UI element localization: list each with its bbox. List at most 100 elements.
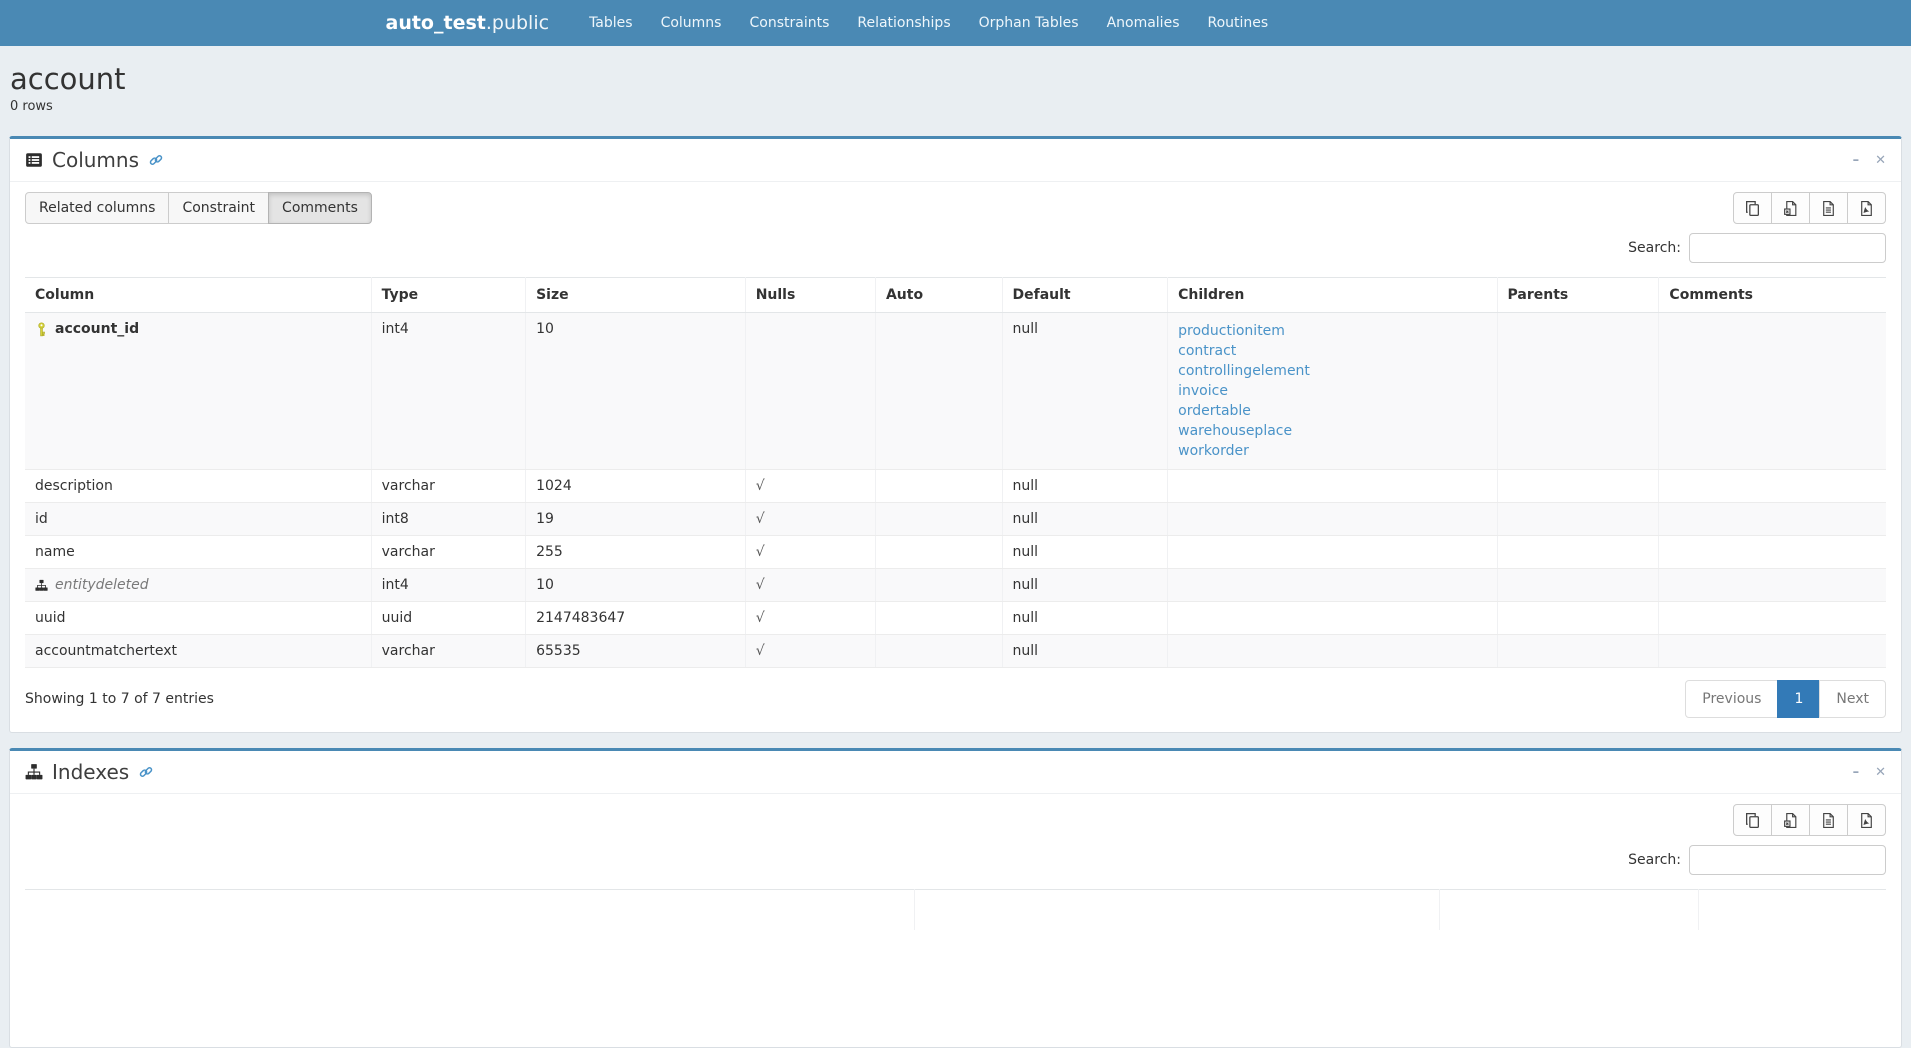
previous-page-button[interactable]: Previous [1685, 680, 1778, 718]
top-navbar: auto_test.public Tables Columns Constrai… [0, 0, 1911, 46]
tab-related-columns[interactable]: Related columns [25, 192, 169, 224]
cell-comments [1659, 470, 1886, 503]
pdf-file-icon [1858, 200, 1875, 217]
page-header: account 0 rows [0, 46, 1911, 130]
nav-item-relationships[interactable]: Relationships [843, 15, 964, 31]
export-excel-button[interactable] [1771, 192, 1810, 224]
export-copy-button[interactable] [1733, 192, 1772, 224]
header-children[interactable]: Children [1168, 278, 1497, 313]
header-size[interactable]: Size [526, 278, 746, 313]
cell-children [1168, 602, 1497, 635]
list-icon [25, 151, 43, 169]
export-excel-button[interactable] [1771, 804, 1810, 836]
child-link[interactable]: workorder [1178, 441, 1486, 461]
child-link[interactable]: contract [1178, 341, 1486, 361]
brand-link[interactable]: auto_test.public [386, 12, 550, 34]
cell-default: null [1002, 635, 1168, 668]
cell-comments [1659, 503, 1886, 536]
cell-type: int8 [371, 503, 525, 536]
cell-nulls [745, 313, 875, 470]
header-column[interactable]: Column [25, 278, 371, 313]
table-row: description varchar 1024 √ null [25, 470, 1886, 503]
minimize-icon[interactable]: – [1853, 766, 1860, 779]
child-link[interactable]: productionitem [1178, 321, 1486, 341]
cell-column: id [25, 503, 371, 536]
next-page-button[interactable]: Next [1819, 680, 1886, 718]
nav-item-columns[interactable]: Columns [647, 15, 736, 31]
cell-comments [1659, 536, 1886, 569]
cell-comments [1659, 313, 1886, 470]
columns-panel-heading: Columns – ✕ [10, 139, 1901, 182]
header-type[interactable]: Type [371, 278, 525, 313]
cell-type: int4 [371, 313, 525, 470]
cell-auto [875, 635, 1002, 668]
copy-icon [1744, 200, 1761, 217]
search-input[interactable] [1689, 233, 1886, 263]
cell-auto [875, 470, 1002, 503]
child-link[interactable]: invoice [1178, 381, 1486, 401]
table-info: Showing 1 to 7 of 7 entries [25, 691, 214, 707]
columns-panel-title: Columns [52, 148, 139, 172]
cell-nulls: √ [745, 635, 875, 668]
cell-type: varchar [371, 536, 525, 569]
tab-comments[interactable]: Comments [268, 192, 372, 224]
table-row: uuid uuid 2147483647 √ null [25, 602, 1886, 635]
export-text-button[interactable] [1809, 804, 1848, 836]
page-1-button[interactable]: 1 [1777, 680, 1820, 718]
minimize-icon[interactable]: – [1853, 154, 1860, 167]
cell-size: 10 [526, 313, 746, 470]
cell-column: uuid [25, 602, 371, 635]
search-input[interactable] [1689, 845, 1886, 875]
header-default[interactable]: Default [1002, 278, 1168, 313]
close-icon[interactable]: ✕ [1875, 154, 1886, 167]
tab-constraint[interactable]: Constraint [168, 192, 269, 224]
copy-icon [1744, 812, 1761, 829]
header-nulls[interactable]: Nulls [745, 278, 875, 313]
cell-nulls: √ [745, 602, 875, 635]
child-link[interactable]: ordertable [1178, 401, 1486, 421]
header-parents[interactable]: Parents [1497, 278, 1659, 313]
columns-table: Column Type Size Nulls Auto Default Chil… [25, 277, 1886, 668]
cell-default: null [1002, 569, 1168, 602]
nav-item-tables[interactable]: Tables [575, 15, 647, 31]
cell-size: 10 [526, 569, 746, 602]
brand-catalog: .public [486, 12, 549, 34]
cell-nulls: √ [745, 536, 875, 569]
cell-auto [875, 569, 1002, 602]
cell-auto [875, 503, 1002, 536]
search-label: Search: [1628, 852, 1681, 868]
indexes-anchor-link[interactable] [139, 765, 153, 779]
cell-nulls: √ [745, 569, 875, 602]
export-text-button[interactable] [1809, 192, 1848, 224]
cell-default: null [1002, 503, 1168, 536]
export-pdf-button[interactable] [1847, 804, 1886, 836]
search-label: Search: [1628, 240, 1681, 256]
cell-children [1168, 503, 1497, 536]
nav-item-anomalies[interactable]: Anomalies [1093, 15, 1194, 31]
header-comments[interactable]: Comments [1659, 278, 1886, 313]
nav-item-routines[interactable]: Routines [1193, 15, 1282, 31]
header-auto[interactable]: Auto [875, 278, 1002, 313]
cell-children [1168, 470, 1497, 503]
nav-item-orphan-tables[interactable]: Orphan Tables [965, 15, 1093, 31]
cell-auto [875, 313, 1002, 470]
child-link[interactable]: controllingelement [1178, 361, 1486, 381]
child-link[interactable]: warehouseplace [1178, 421, 1486, 441]
table-header-row: Column Type Size Nulls Auto Default Chil… [25, 278, 1886, 313]
sitemap-icon [35, 579, 48, 592]
key-icon [35, 322, 48, 337]
columns-anchor-link[interactable] [149, 153, 163, 167]
close-icon[interactable]: ✕ [1875, 766, 1886, 779]
nav-item-constraints[interactable]: Constraints [735, 15, 843, 31]
cell-size: 1024 [526, 470, 746, 503]
cell-column: name [25, 536, 371, 569]
indexes-table [25, 889, 1886, 930]
cell-nulls: √ [745, 470, 875, 503]
export-pdf-button[interactable] [1847, 192, 1886, 224]
export-copy-button[interactable] [1733, 804, 1772, 836]
cell-auto [875, 536, 1002, 569]
cell-comments [1659, 569, 1886, 602]
cell-children [1168, 536, 1497, 569]
table-row: account_id int4 10 null productionitem c… [25, 313, 1886, 470]
indexes-panel: Indexes – ✕ [9, 748, 1902, 1048]
